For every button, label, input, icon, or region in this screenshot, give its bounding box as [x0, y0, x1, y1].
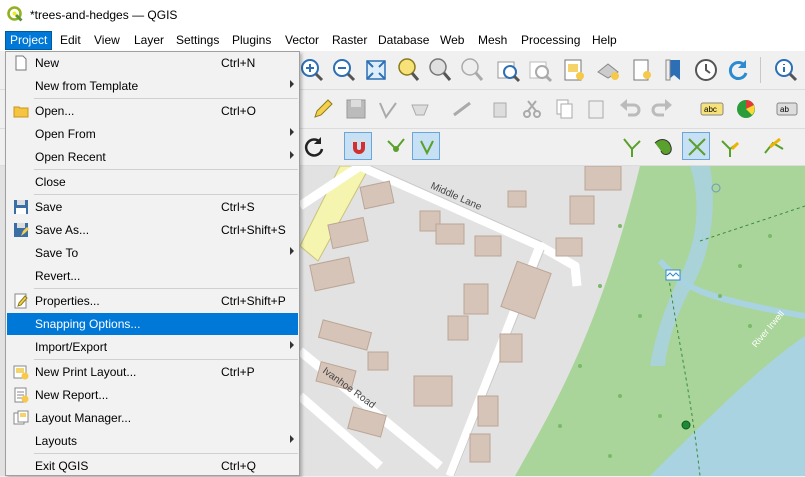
menu-layer[interactable]: Layer — [130, 32, 168, 49]
menu-item-layout-manager[interactable]: Layout Manager... — [7, 407, 298, 429]
undo-icon[interactable] — [616, 95, 644, 123]
menu-item-save-to[interactable]: Save To — [7, 242, 298, 264]
submenu-arrow-icon — [290, 435, 294, 443]
menu-item-new-report[interactable]: New Report... — [7, 384, 298, 406]
folder-icon — [13, 106, 29, 118]
digitize-with-segment-icon[interactable] — [374, 95, 402, 123]
menu-item-close[interactable]: Close — [7, 171, 298, 193]
refresh-icon[interactable] — [724, 56, 752, 84]
report-icon — [14, 387, 29, 403]
copy-features-icon[interactable] — [550, 95, 578, 123]
menu-item-open-from[interactable]: Open From — [7, 123, 298, 145]
menu-item-open[interactable]: Open... Ctrl+O — [7, 100, 298, 122]
zoom-to-selection-icon[interactable] — [394, 56, 422, 84]
title-bar: *trees-and-hedges — QGIS — [0, 0, 805, 29]
vertex-tool-icon[interactable] — [448, 95, 476, 123]
refresh-snapping-icon[interactable] — [300, 133, 328, 161]
temporal-controller-icon[interactable] — [692, 56, 720, 84]
tracing-icon[interactable] — [760, 133, 788, 161]
menu-edit[interactable]: Edit — [56, 32, 85, 49]
menu-project[interactable]: Project — [5, 31, 53, 50]
zoom-native-icon[interactable] — [458, 56, 486, 84]
save-icon — [14, 200, 28, 214]
label-pin-icon[interactable]: ab — [774, 95, 802, 123]
zoom-next-icon[interactable] — [526, 56, 554, 84]
submenu-arrow-icon — [290, 80, 294, 88]
cut-features-icon[interactable] — [518, 95, 546, 123]
submenu-arrow-icon — [290, 341, 294, 349]
submenu-arrow-icon — [290, 247, 294, 255]
delete-selected-icon[interactable] — [486, 95, 514, 123]
submenu-arrow-icon — [290, 151, 294, 159]
redo-icon[interactable] — [648, 95, 676, 123]
new-3d-view-icon[interactable] — [594, 56, 622, 84]
zoom-full-icon[interactable] — [362, 56, 390, 84]
window-title: *trees-and-hedges — QGIS — [30, 8, 178, 22]
snapping-type-vertex-icon[interactable] — [412, 132, 440, 160]
menu-item-exit-qgis[interactable]: Exit QGIS Ctrl+Q — [7, 455, 298, 477]
menu-database[interactable]: Database — [374, 32, 433, 49]
label-toolbar-icon[interactable]: abc — [698, 95, 726, 123]
topological-editing-icon[interactable] — [618, 133, 646, 161]
print-layout-icon — [13, 365, 29, 380]
snapping-mode-icon[interactable] — [382, 133, 410, 161]
menu-help[interactable]: Help — [588, 32, 621, 49]
submenu-arrow-icon — [290, 128, 294, 136]
enable-snapping-icon[interactable] — [344, 132, 372, 160]
menu-item-snapping-options[interactable]: Snapping Options... — [7, 313, 298, 335]
menu-item-save[interactable]: Save Ctrl+S — [7, 196, 298, 218]
menu-item-revert[interactable]: Revert... — [7, 265, 298, 287]
add-feature-icon[interactable] — [406, 95, 434, 123]
toolbar-separator — [760, 57, 761, 83]
menu-item-save-as[interactable]: Save As... Ctrl+Shift+S — [7, 219, 298, 241]
menu-item-open-recent[interactable]: Open Recent — [7, 146, 298, 168]
menu-processing[interactable]: Processing — [517, 32, 584, 49]
menu-web[interactable]: Web — [436, 32, 468, 49]
snapping-intersection-icon[interactable] — [650, 133, 678, 161]
zoom-last-icon[interactable] — [494, 56, 522, 84]
menu-vector[interactable]: Vector — [281, 32, 323, 49]
menu-bar: Project Edit View Layer Settings Plugins… — [0, 29, 805, 51]
menu-item-properties[interactable]: Properties... Ctrl+Shift+P — [7, 290, 298, 312]
menu-settings[interactable]: Settings — [172, 32, 223, 49]
svg-text:ab: ab — [780, 105, 789, 114]
new-project-icon — [15, 55, 27, 71]
zoom-to-layer-icon[interactable] — [426, 56, 454, 84]
diagram-icon[interactable] — [732, 95, 760, 123]
menu-view[interactable]: View — [90, 32, 124, 49]
zoom-out-icon[interactable] — [330, 56, 358, 84]
spatial-bookmark-icon[interactable] — [628, 56, 656, 84]
identify-features-icon[interactable] — [772, 56, 800, 84]
new-map-view-icon[interactable] — [560, 56, 588, 84]
layout-manager-icon — [13, 410, 29, 425]
show-bookmarks-icon[interactable] — [660, 56, 688, 84]
menu-item-new-from-template[interactable]: New from Template — [7, 75, 298, 97]
svg-text:abc: abc — [704, 105, 717, 114]
qgis-logo-icon — [7, 6, 23, 22]
project-menu: New Ctrl+N New from Template Open... Ctr… — [5, 51, 300, 476]
self-snapping-icon[interactable] — [716, 133, 744, 161]
properties-icon — [14, 293, 28, 309]
menu-item-import-export[interactable]: Import/Export — [7, 336, 298, 358]
paste-features-icon[interactable] — [582, 95, 610, 123]
save-as-icon — [14, 223, 29, 237]
menu-item-new[interactable]: New Ctrl+N — [7, 52, 298, 74]
menu-item-layouts[interactable]: Layouts — [7, 430, 298, 452]
toggle-editing-icon[interactable] — [308, 95, 336, 123]
save-layer-edits-icon[interactable] — [342, 95, 370, 123]
menu-plugins[interactable]: Plugins — [228, 32, 275, 49]
avoid-overlap-icon[interactable] — [682, 132, 710, 160]
menu-item-new-print-layout[interactable]: New Print Layout... Ctrl+P — [7, 361, 298, 383]
menu-mesh[interactable]: Mesh — [474, 32, 511, 49]
menu-raster[interactable]: Raster — [328, 32, 371, 49]
zoom-in-icon[interactable] — [298, 56, 326, 84]
